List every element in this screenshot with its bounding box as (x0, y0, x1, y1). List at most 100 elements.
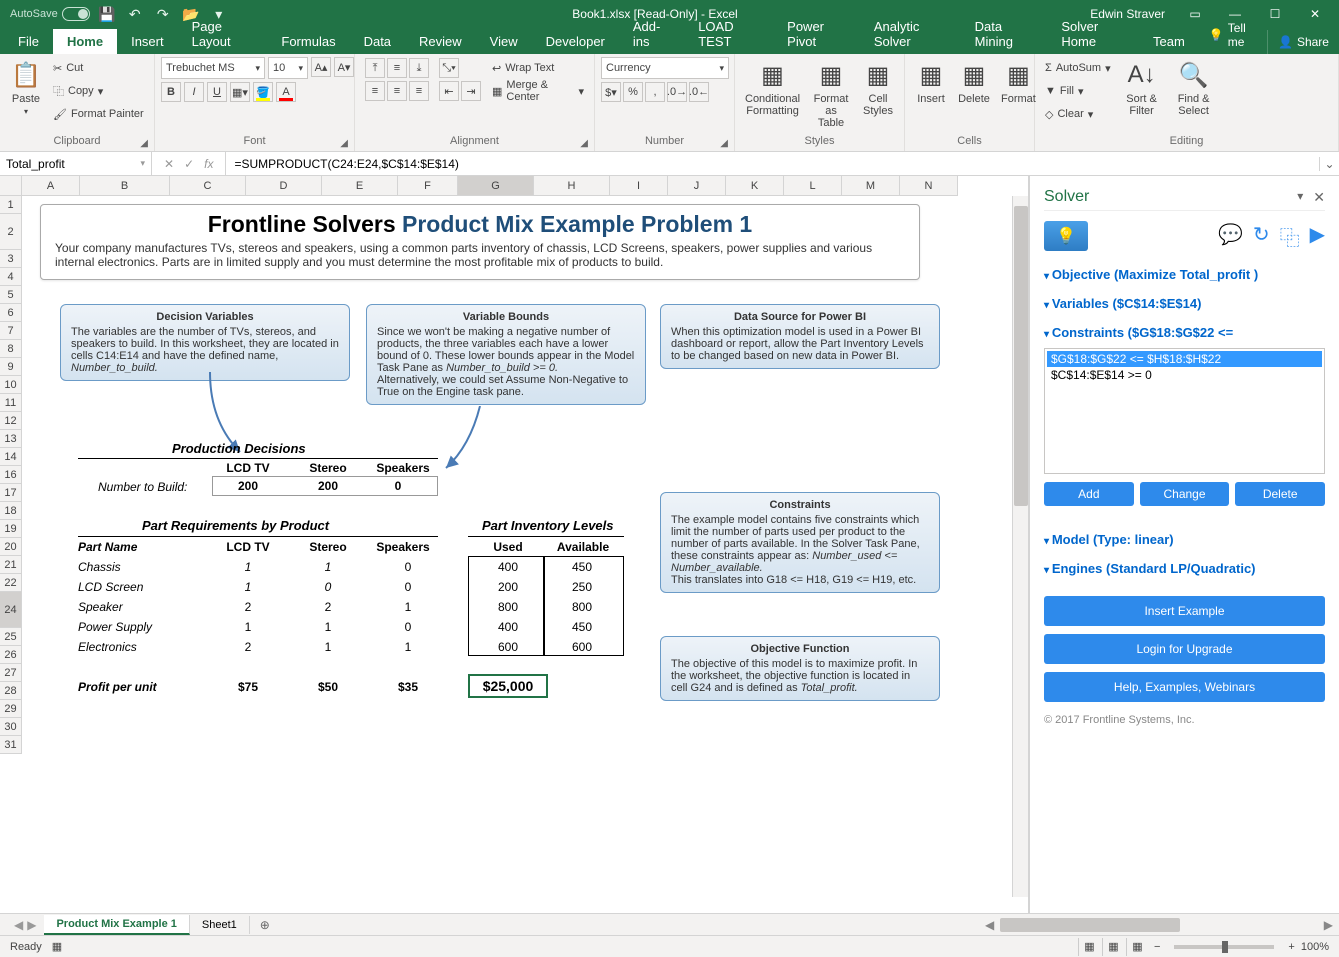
sheet-tab-active[interactable]: Product Mix Example 1 (44, 915, 189, 935)
autosave-toggle[interactable]: AutoSave (4, 7, 96, 21)
macro-record-icon[interactable]: ▦ (52, 940, 62, 953)
conditional-formatting-button[interactable]: ▦Conditional Formatting (741, 57, 804, 119)
cancel-formula-icon[interactable]: ✕ (164, 157, 174, 171)
format-cells-button[interactable]: ▦Format (997, 57, 1040, 107)
page-break-view-icon[interactable]: ▦ (1126, 938, 1148, 956)
cut-button[interactable]: ✂Cut (49, 57, 148, 79)
tab-data-mining[interactable]: Data Mining (961, 14, 1048, 54)
copy-button[interactable]: ⿻Copy ▾ (49, 80, 148, 102)
sheet-nav-next-icon[interactable]: ▶ (27, 918, 36, 932)
close-icon[interactable]: ✕ (1295, 0, 1335, 28)
list-item[interactable]: $G$18:$G$22 <= $H$18:$H$22 (1047, 351, 1322, 367)
comma-icon[interactable]: , (645, 82, 665, 102)
change-button[interactable]: Change (1140, 482, 1230, 506)
tell-me[interactable]: 💡Tell me (1199, 16, 1267, 54)
pane-options-icon[interactable]: ▾ (1297, 189, 1303, 206)
zoom-in-icon[interactable]: + (1288, 941, 1294, 953)
dialog-launcher-icon[interactable]: ◢ (140, 138, 148, 149)
underline-button[interactable]: U (207, 82, 227, 102)
tab-developer[interactable]: Developer (532, 29, 619, 54)
tab-powerpivot[interactable]: Power Pivot (773, 14, 860, 54)
number-format-select[interactable]: Currency▾ (601, 57, 729, 79)
formula-input[interactable]: =SUMPRODUCT(C24:E24,$C$14:$E$14) (226, 157, 1319, 171)
tab-page-layout[interactable]: Page Layout (178, 14, 268, 54)
increase-font-icon[interactable]: A▴ (311, 57, 331, 77)
login-upgrade-button[interactable]: Login for Upgrade (1044, 634, 1325, 664)
align-left-icon[interactable]: ≡ (365, 81, 385, 101)
name-box[interactable]: Total_profit▾ (0, 152, 152, 175)
zoom-slider[interactable] (1174, 945, 1274, 949)
align-middle-icon[interactable]: ≡ (387, 58, 407, 78)
fx-icon[interactable]: fx (204, 157, 213, 171)
copy-model-icon[interactable]: ⿻ (1280, 222, 1300, 251)
border-button[interactable]: ▦▾ (230, 82, 250, 102)
align-right-icon[interactable]: ≡ (409, 81, 429, 101)
scroll-right-icon[interactable]: ▶ (1318, 918, 1339, 932)
clear-button[interactable]: ◇Clear ▾ (1041, 103, 1115, 125)
decrease-decimal-icon[interactable]: .0← (689, 82, 709, 102)
chat-icon[interactable]: 💬 (1218, 222, 1243, 251)
tab-formulas[interactable]: Formulas (267, 29, 349, 54)
paste-button[interactable]: 📋Paste▾ (6, 57, 46, 118)
tab-data[interactable]: Data (350, 29, 405, 54)
delete-button[interactable]: Delete (1235, 482, 1325, 506)
insert-cells-button[interactable]: ▦Insert (911, 57, 951, 107)
dialog-launcher-icon[interactable]: ◢ (340, 138, 348, 149)
expand-formula-bar-icon[interactable]: ⌄ (1319, 157, 1339, 171)
autosum-button[interactable]: ΣAutoSum ▾ (1041, 57, 1115, 79)
align-center-icon[interactable]: ≡ (387, 81, 407, 101)
increase-decimal-icon[interactable]: .0→ (667, 82, 687, 102)
select-all-button[interactable] (0, 176, 22, 196)
vertical-scrollbar[interactable] (1012, 196, 1028, 897)
zoom-level[interactable]: 100% (1301, 941, 1329, 953)
column-headers[interactable]: A B C D E F G H I J K L M N (22, 176, 958, 196)
align-bottom-icon[interactable]: ⤓ (409, 58, 429, 78)
fill-color-button[interactable]: 🪣 (253, 82, 273, 102)
redo-icon[interactable]: ↷ (152, 3, 174, 25)
zoom-out-icon[interactable]: − (1154, 941, 1160, 953)
scroll-left-icon[interactable]: ◀ (979, 918, 1000, 932)
fill-button[interactable]: ▼Fill ▾ (1041, 80, 1115, 102)
horizontal-scrollbar[interactable] (1000, 918, 1318, 932)
tab-home[interactable]: Home (53, 29, 117, 54)
increase-indent-icon[interactable]: ⇥ (461, 81, 481, 101)
percent-icon[interactable]: % (623, 82, 643, 102)
run-icon[interactable]: ▶ (1310, 222, 1325, 251)
tab-analytic-solver[interactable]: Analytic Solver (860, 14, 961, 54)
solver-hint-icon[interactable]: 💡 (1044, 221, 1088, 251)
merge-center-button[interactable]: ▦Merge & Center ▾ (488, 80, 588, 102)
tab-addins[interactable]: Add-ins (619, 14, 684, 54)
italic-button[interactable]: I (184, 82, 204, 102)
undo-icon[interactable]: ↶ (124, 3, 146, 25)
page-layout-view-icon[interactable]: ▦ (1102, 938, 1124, 956)
row-headers[interactable]: 1234567891011121314161718192021222425262… (0, 196, 22, 754)
pane-close-icon[interactable]: ✕ (1313, 189, 1325, 206)
insert-example-button[interactable]: Insert Example (1044, 596, 1325, 626)
constraints-list[interactable]: $G$18:$G$22 <= $H$18:$H$22 $C$14:$E$14 >… (1044, 348, 1325, 474)
bold-button[interactable]: B (161, 82, 181, 102)
wrap-text-button[interactable]: ↩Wrap Text (488, 57, 588, 79)
dialog-launcher-icon[interactable]: ◢ (720, 138, 728, 149)
add-button[interactable]: Add (1044, 482, 1134, 506)
decrease-font-icon[interactable]: A▾ (334, 57, 354, 77)
worksheet[interactable]: A B C D E F G H I J K L M N 123456789101… (0, 176, 1029, 913)
sheet-nav-prev-icon[interactable]: ◀ (14, 918, 23, 932)
decrease-indent-icon[interactable]: ⇤ (439, 81, 459, 101)
format-painter-button[interactable]: 🖌Format Painter (49, 103, 148, 125)
delete-cells-button[interactable]: ▦Delete (954, 57, 994, 107)
font-color-button[interactable]: A (276, 82, 296, 102)
tab-loadtest[interactable]: LOAD TEST (684, 14, 773, 54)
section-variables[interactable]: Variables ($C$14:$E$14) (1044, 286, 1325, 315)
refresh-icon[interactable]: ↻ (1253, 222, 1270, 251)
sheet-tab[interactable]: Sheet1 (190, 916, 250, 934)
normal-view-icon[interactable]: ▦ (1078, 938, 1100, 956)
add-sheet-icon[interactable]: ⊕ (250, 918, 280, 932)
format-as-table-button[interactable]: ▦Format as Table (807, 57, 855, 131)
section-engines[interactable]: Engines (Standard LP/Quadratic) (1044, 551, 1325, 580)
tab-review[interactable]: Review (405, 29, 476, 54)
sort-filter-button[interactable]: A↓Sort & Filter (1118, 57, 1166, 119)
find-select-button[interactable]: 🔍Find & Select (1169, 57, 1219, 119)
tab-team[interactable]: Team (1139, 29, 1199, 54)
align-top-icon[interactable]: ⤒ (365, 58, 385, 78)
list-item[interactable]: $C$14:$E$14 >= 0 (1047, 367, 1322, 383)
